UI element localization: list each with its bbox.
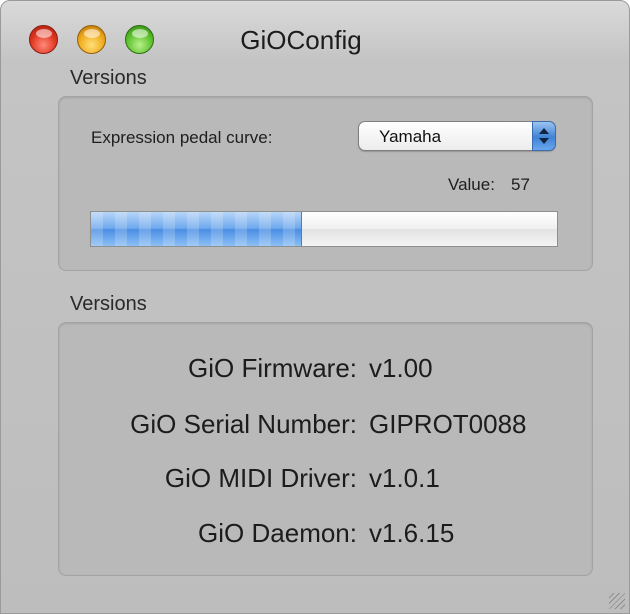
title-bar[interactable]: GiOConfig xyxy=(1,1,629,59)
close-button[interactable] xyxy=(29,25,58,54)
select-arrows-icon xyxy=(532,121,556,151)
gioconfig-window: GiOConfig Versions Expression pedal curv… xyxy=(0,0,630,614)
pedal-group-label: Versions xyxy=(70,67,147,89)
pedal-curve-value: Yamaha xyxy=(379,127,442,146)
value-label: Value: xyxy=(448,175,495,194)
pedal-value-progress-bar xyxy=(90,211,558,247)
pedal-curve-label: Expression pedal curve: xyxy=(91,128,273,147)
daemon-value: v1.6.15 xyxy=(369,518,455,548)
firmware-value: v1.00 xyxy=(369,353,433,383)
window-title: GiOConfig xyxy=(240,25,362,55)
pedal-curve-select[interactable]: Yamaha xyxy=(358,121,556,151)
daemon-label: GiO Daemon: xyxy=(198,518,357,548)
arrow-down-icon xyxy=(539,138,549,144)
progress-fill xyxy=(91,212,302,246)
midi-driver-value: v1.0.1 xyxy=(369,463,440,493)
zoom-button[interactable] xyxy=(125,25,154,54)
midi-driver-label: GiO MIDI Driver: xyxy=(164,463,357,493)
resize-grip-icon[interactable] xyxy=(609,593,625,609)
versions-group-label: Versions xyxy=(70,293,147,315)
serial-number-label: GiO Serial Number: xyxy=(130,409,357,439)
value-readout: 57 xyxy=(511,175,530,194)
minimize-button[interactable] xyxy=(77,25,106,54)
firmware-label: GiO Firmware: xyxy=(188,353,357,383)
arrow-up-icon xyxy=(539,128,549,134)
serial-number-value: GIPROT0088 xyxy=(369,409,527,439)
